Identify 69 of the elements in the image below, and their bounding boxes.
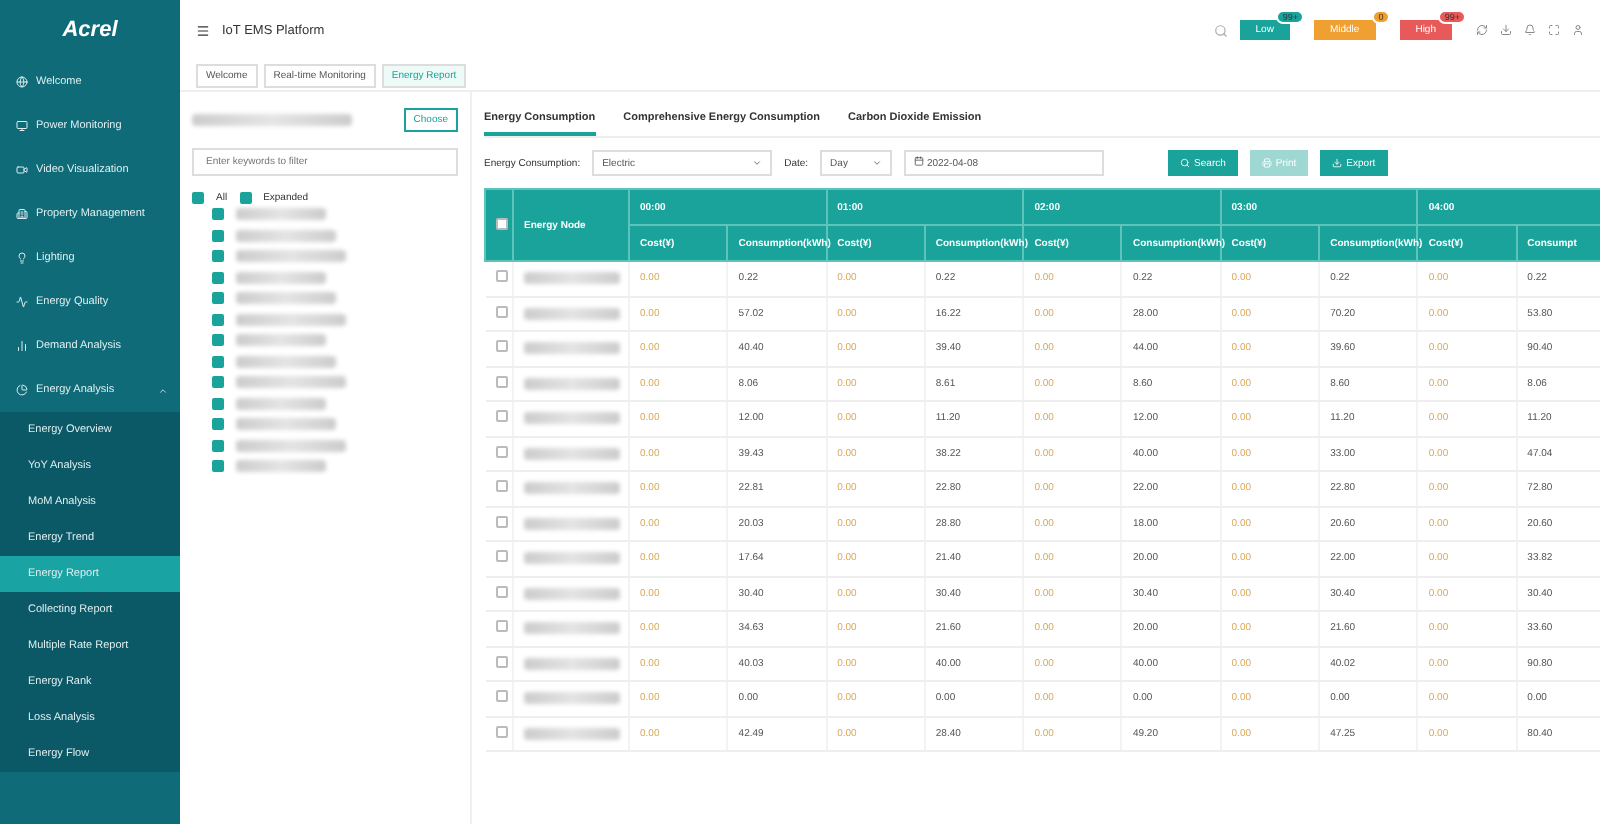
checkbox[interactable] — [495, 725, 507, 738]
blurred-text — [524, 517, 620, 530]
blurred-text — [236, 460, 326, 473]
blurred-text — [524, 657, 620, 670]
blurred-text — [524, 412, 620, 425]
blurred-text — [236, 397, 326, 410]
blurred-text — [236, 334, 326, 347]
checkbox[interactable] — [495, 620, 507, 633]
chevron-icon — [872, 158, 883, 168]
blurred-text — [236, 376, 346, 389]
checkbox[interactable] — [495, 410, 507, 423]
checkbox[interactable] — [212, 439, 224, 452]
checkbox[interactable] — [495, 550, 507, 563]
checkbox[interactable] — [495, 340, 507, 353]
blurred-text — [236, 439, 346, 452]
download-icon — [1332, 158, 1343, 168]
checkbox[interactable] — [212, 418, 224, 431]
checkbox[interactable] — [212, 250, 224, 263]
checkbox[interactable] — [239, 192, 252, 204]
user-icon[interactable] — [1572, 24, 1584, 36]
checkbox[interactable] — [212, 397, 224, 410]
refresh-icon[interactable] — [1476, 24, 1488, 36]
blurred-text — [236, 418, 336, 431]
blurred-text — [236, 229, 336, 242]
chevron-icon — [752, 158, 763, 168]
checkbox[interactable] — [212, 334, 224, 347]
checkbox[interactable] — [212, 313, 224, 326]
blurred-text — [236, 292, 336, 305]
blurred-text — [524, 552, 620, 565]
checkbox[interactable] — [212, 460, 224, 473]
blurred-text — [236, 208, 326, 221]
checkbox[interactable] — [496, 217, 508, 229]
checkbox[interactable] — [212, 292, 224, 305]
checkbox[interactable] — [495, 690, 507, 703]
checkbox[interactable] — [212, 208, 224, 221]
checkbox[interactable] — [212, 376, 224, 389]
search-icon[interactable] — [1213, 23, 1228, 37]
checkbox[interactable] — [495, 585, 507, 598]
logo-text: Acrel — [62, 18, 118, 42]
checkbox[interactable] — [495, 375, 507, 388]
blurred-text — [236, 250, 346, 263]
blurred-text — [524, 622, 620, 635]
blurred-text — [524, 692, 620, 705]
checkbox[interactable] — [212, 271, 224, 284]
checkbox[interactable] — [212, 355, 224, 368]
blurred-text — [524, 342, 620, 355]
blurred-text — [524, 377, 620, 390]
calendar-icon — [914, 156, 925, 166]
blurred-text — [524, 272, 620, 285]
blurred-text — [524, 447, 620, 460]
checkbox[interactable] — [495, 655, 507, 668]
checkbox[interactable] — [495, 270, 507, 283]
search-icon — [1180, 158, 1191, 168]
blurred-text — [524, 587, 620, 600]
printer-icon — [1261, 158, 1272, 168]
download-icon[interactable] — [1500, 24, 1512, 36]
blurred-text — [236, 355, 336, 368]
checkbox[interactable] — [495, 305, 507, 318]
checkbox[interactable] — [192, 192, 204, 204]
checkbox[interactable] — [212, 229, 224, 242]
checkbox[interactable] — [495, 515, 507, 528]
blurred-text — [524, 482, 620, 495]
checkbox[interactable] — [495, 480, 507, 493]
blurred-text — [524, 307, 620, 320]
checkbox[interactable] — [495, 445, 507, 458]
bell-icon[interactable] — [1524, 24, 1536, 36]
blurred-text — [524, 727, 620, 740]
blurred-text — [236, 313, 346, 326]
blurred-text — [236, 271, 326, 284]
